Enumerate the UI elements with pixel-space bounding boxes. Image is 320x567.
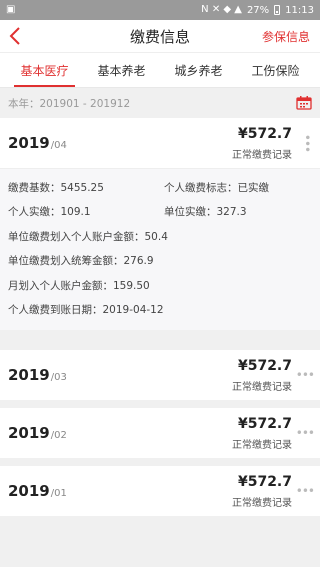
record-month: /04 <box>50 139 67 151</box>
record-amount: ¥572.7 <box>237 473 292 490</box>
payment-record[interactable]: 2019 /02 ¥572.7 正常缴费记录 ••• <box>0 408 320 458</box>
record-amount: ¥572.7 <box>237 357 292 374</box>
more-vertical-icon[interactable]: ••• <box>300 134 314 152</box>
tab-bar: 基本医疗 基本养老 城乡养老 工伤保险 <box>0 53 320 88</box>
record-amount: ¥572.7 <box>237 125 292 142</box>
record-month: /02 <box>50 429 67 441</box>
tab-basic-medical[interactable]: 基本医疗 <box>6 53 83 87</box>
status-bar: ▣ N ✕ ◆ ▲ 27% 11:13 <box>0 0 320 20</box>
payment-record[interactable]: 2019 /03 ¥572.7 正常缴费记录 ••• <box>0 350 320 400</box>
record-header[interactable]: 2019 /03 ¥572.7 正常缴费记录 ••• <box>0 350 320 400</box>
record-year: 2019 <box>8 482 50 500</box>
record-status: 正常缴费记录 <box>232 381 292 393</box>
amount-box: ¥572.7 正常缴费记录 <box>232 416 292 451</box>
tab-urban-rural-pension[interactable]: 城乡养老 <box>160 53 237 87</box>
clock: 11:13 <box>285 4 314 16</box>
more-horizontal-icon[interactable]: ••• <box>296 426 315 440</box>
detail-arrival-date: 个人缴费到账日期：2019-04-12 <box>8 304 164 317</box>
payment-record[interactable]: 2019 /01 ¥572.7 正常缴费记录 ••• <box>0 466 320 516</box>
amount-box: ¥572.7 正常缴费记录 <box>232 126 292 161</box>
battery-percent: 27% <box>246 4 270 16</box>
record-year: 2019 <box>8 134 50 152</box>
year-range-bar: 本年：201901 - 201912 <box>0 88 320 118</box>
payment-record[interactable]: 2019 /04 ¥572.7 正常缴费记录 ••• 缴费基数：5455.25 … <box>0 118 320 330</box>
detail-row: 单位缴费划入个人账户金额：50.4 <box>8 224 312 249</box>
record-details: 缴费基数：5455.25 个人缴费标志：已实缴 个人实缴：109.1 单位实缴：… <box>0 168 320 330</box>
record-amount: ¥572.7 <box>237 415 292 432</box>
record-month: /03 <box>50 371 67 383</box>
tab-work-injury[interactable]: 工伤保险 <box>237 53 314 87</box>
detail-base: 缴费基数：5455.25 <box>8 181 104 194</box>
battery-icon <box>274 5 281 15</box>
detail-row: 个人缴费到账日期：2019-04-12 <box>8 298 312 323</box>
detail-unit-paid: 单位实缴：327.3 <box>164 206 247 219</box>
status-right: N ✕ ◆ ▲ 27% 11:13 <box>201 5 314 16</box>
detail-personal-paid: 个人实缴：109.1 <box>8 206 91 219</box>
detail-monthly-to-personal: 月划入个人账户金额：159.50 <box>8 279 150 292</box>
amount-box: ¥572.7 正常缴费记录 <box>232 474 292 509</box>
chevron-left-icon <box>9 27 20 45</box>
detail-personal-flag: 个人缴费标志：已实缴 <box>164 181 269 194</box>
calendar-icon[interactable] <box>296 96 312 110</box>
detail-row: 单位缴费划入统筹金额：276.9 <box>8 249 312 274</box>
record-year: 2019 <box>8 424 50 442</box>
more-horizontal-icon[interactable]: ••• <box>296 484 315 498</box>
notification-icon: ▣ <box>6 4 16 15</box>
record-header[interactable]: 2019 /01 ¥572.7 正常缴费记录 ••• <box>0 466 320 516</box>
status-icons: N ✕ ◆ ▲ <box>201 4 242 15</box>
record-header[interactable]: 2019 /04 ¥572.7 正常缴费记录 ••• <box>0 118 320 168</box>
record-header[interactable]: 2019 /02 ¥572.7 正常缴费记录 ••• <box>0 408 320 458</box>
tab-basic-pension[interactable]: 基本养老 <box>83 53 160 87</box>
year-range-text: 本年：201901 - 201912 <box>8 97 131 110</box>
record-status: 正常缴费记录 <box>232 149 292 161</box>
record-year: 2019 <box>8 366 50 384</box>
record-status: 正常缴费记录 <box>232 439 292 451</box>
record-month: /01 <box>50 487 67 499</box>
record-status: 正常缴费记录 <box>232 497 292 509</box>
detail-row: 缴费基数：5455.25 个人缴费标志：已实缴 <box>8 175 312 200</box>
more-horizontal-icon[interactable]: ••• <box>296 368 315 382</box>
nav-bar: 缴费信息 参保信息 <box>0 20 320 53</box>
detail-row: 月划入个人账户金额：159.50 <box>8 273 312 298</box>
detail-unit-to-personal: 单位缴费划入个人账户金额：50.4 <box>8 230 168 243</box>
amount-box: ¥572.7 正常缴费记录 <box>232 358 292 393</box>
back-button[interactable] <box>0 20 30 53</box>
insurance-info-link[interactable]: 参保信息 <box>262 28 310 45</box>
detail-row: 个人实缴：109.1 单位实缴：327.3 <box>8 200 312 225</box>
detail-unit-to-pool: 单位缴费划入统筹金额：276.9 <box>8 255 154 268</box>
status-left: ▣ <box>6 5 15 15</box>
